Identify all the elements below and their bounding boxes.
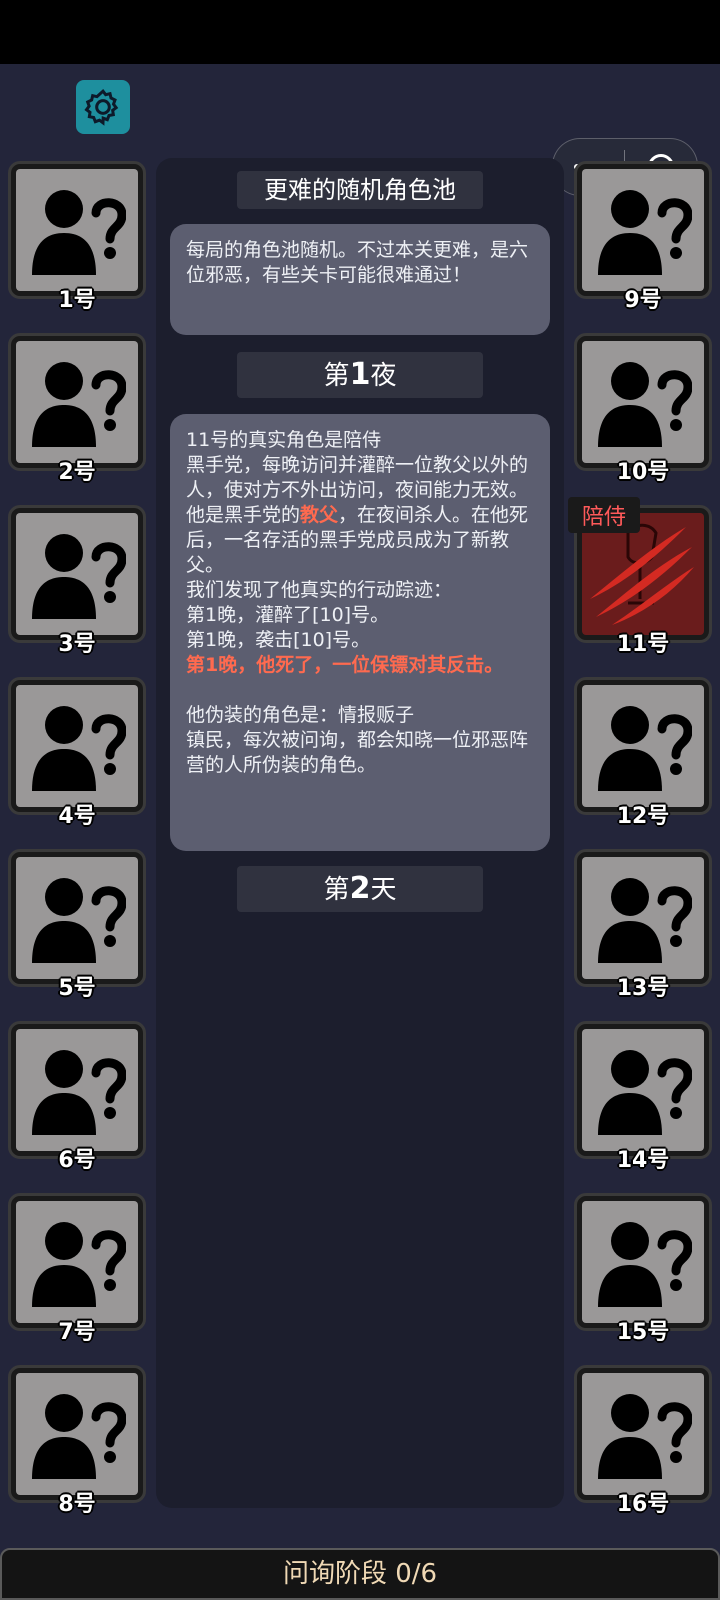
player-slot[interactable]: 9号 — [574, 161, 712, 313]
player-number: 1号 — [58, 288, 96, 313]
day-prefix: 第 — [323, 875, 350, 905]
player-slot[interactable]: 10号 — [574, 333, 712, 485]
unknown-player-icon — [32, 1394, 126, 1479]
player-number: 2号 — [58, 460, 96, 485]
day-number: 2 — [349, 871, 371, 906]
player-avatar — [582, 1201, 704, 1323]
player-number: 8号 — [58, 1492, 96, 1517]
info-line: 我们发现了他真实的行动踪迹： — [186, 579, 453, 601]
revealed-role-tag: 陪侍 — [568, 497, 641, 533]
info-line: 他伪装的角色是：情报贩子 — [186, 704, 415, 726]
player-avatar — [16, 1201, 138, 1323]
unknown-player-icon — [598, 1222, 692, 1307]
player-avatar — [582, 685, 704, 807]
player-slot[interactable]: 3号 — [8, 505, 146, 657]
player-slot[interactable]: 2号 — [8, 333, 146, 485]
player-avatar — [16, 1029, 138, 1151]
info-line: 他是黑手党的教父，在夜间杀人。在他死后，一名存活的黑手党成员成为了新教父。 — [186, 503, 532, 578]
info-text: 他是黑手党的 — [186, 504, 301, 526]
player-number: 4号 — [58, 804, 96, 829]
player-slot[interactable]: 16号 — [574, 1365, 712, 1517]
player-avatar — [16, 857, 138, 979]
player-avatar — [16, 685, 138, 807]
unknown-player-icon — [598, 878, 692, 963]
unknown-player-icon — [598, 190, 692, 275]
night-suffix: 夜 — [370, 361, 397, 391]
player-number: 15号 — [616, 1320, 670, 1345]
player-number: 10号 — [616, 460, 670, 485]
info-line: 11号的真实角色是陪侍 — [186, 429, 382, 451]
unknown-player-icon — [32, 878, 126, 963]
gear-icon — [84, 88, 119, 126]
day-header: 第2天 — [237, 866, 483, 912]
info-line: 第1晚，灌醉了[10]号。 — [186, 604, 390, 626]
unknown-player-icon — [32, 1222, 126, 1307]
night-header: 第1夜 — [237, 352, 483, 398]
pool-description-text: 每局的角色池随机。不过本关更难，是六位邪恶，有些关卡可能很难通过！ — [186, 239, 529, 286]
player-avatar — [582, 169, 704, 291]
info-line: 镇民，每次被问询，都会知晓一位邪恶阵营的人所伪装的角色。 — [186, 729, 529, 776]
player-number: 16号 — [616, 1492, 670, 1517]
player-avatar — [16, 169, 138, 291]
player-slot[interactable]: 8号 — [8, 1365, 146, 1517]
night-number: 1 — [349, 357, 371, 392]
player-slot[interactable]: 7号 — [8, 1193, 146, 1345]
player-slot[interactable]: 5号 — [8, 849, 146, 1001]
player-number: 7号 — [58, 1320, 96, 1345]
unknown-player-icon — [32, 362, 126, 447]
player-slot[interactable]: 14号 — [574, 1021, 712, 1173]
player-number: 11号 — [616, 632, 670, 657]
player-number: 13号 — [616, 976, 670, 1001]
player-slot[interactable]: 6号 — [8, 1021, 146, 1173]
pool-title: 更难的随机角色池 — [237, 171, 483, 209]
settings-button[interactable] — [76, 80, 130, 134]
player-slot[interactable]: 15号 — [574, 1193, 712, 1345]
status-bar — [0, 0, 720, 64]
info-death-line: 第1晚，他死了，一位保镖对其反击。 — [186, 654, 504, 676]
player-avatar — [16, 341, 138, 463]
player-avatar — [582, 341, 704, 463]
player-avatar — [16, 1373, 138, 1495]
pool-description-card: 每局的角色池随机。不过本关更难，是六位邪恶，有些关卡可能很难通过！ — [170, 224, 550, 335]
unknown-player-icon — [598, 1394, 692, 1479]
player-slot[interactable]: 4号 — [8, 677, 146, 829]
day-suffix: 天 — [370, 875, 397, 905]
player-avatar — [582, 857, 704, 979]
player-number: 5号 — [58, 976, 96, 1001]
night-info-card: 11号的真实角色是陪侍 黑手党，每晚访问并灌醉一位教父以外的人，使对方不外出访问… — [170, 414, 550, 851]
phase-status-bar: 问询阶段 0/6 — [0, 1548, 720, 1600]
unknown-player-icon — [32, 534, 126, 619]
player-number: 9号 — [624, 288, 662, 313]
player-slot[interactable]: 1号 — [8, 161, 146, 313]
info-line: 第1晚，袭击[10]号。 — [186, 629, 371, 651]
unknown-player-icon — [32, 706, 126, 791]
unknown-player-icon — [598, 362, 692, 447]
player-avatar — [582, 1373, 704, 1495]
night-prefix: 第 — [323, 361, 350, 391]
player-slot[interactable]: 12号 — [574, 677, 712, 829]
unknown-player-icon — [32, 1050, 126, 1135]
info-line: 黑手党，每晚访问并灌醉一位教父以外的人，使对方不外出访问，夜间能力无效。 — [186, 454, 529, 501]
player-number: 6号 — [58, 1148, 96, 1173]
unknown-player-icon — [598, 1050, 692, 1135]
unknown-player-icon — [32, 190, 126, 275]
player-slot[interactable]: 13号 — [574, 849, 712, 1001]
player-number: 12号 — [616, 804, 670, 829]
player-avatar — [16, 513, 138, 635]
player-number: 14号 — [616, 1148, 670, 1173]
highlight-role: 教父 — [300, 504, 339, 526]
player-number: 3号 — [58, 632, 96, 657]
player-avatar — [582, 1029, 704, 1151]
unknown-player-icon — [598, 706, 692, 791]
